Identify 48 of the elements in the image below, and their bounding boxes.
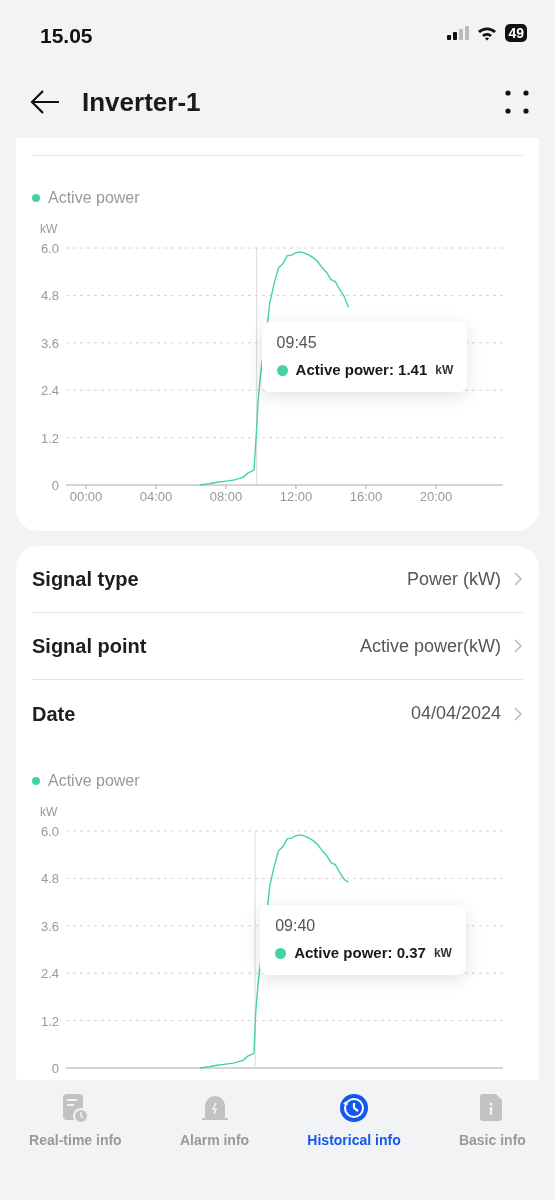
y-tick-label: 3.6 (40, 918, 59, 934)
battery-level: 49 (505, 24, 527, 42)
tab[interactable]: Historical info (307, 1092, 401, 1151)
tooltip-value: Active power: 0.37 (294, 943, 426, 963)
x-tick-label: 20:00 (419, 489, 453, 504)
y-tick-label: 0 (51, 478, 59, 493)
wifi-icon (477, 25, 498, 41)
x-tick-label: 16:00 (349, 489, 383, 504)
page-title: Inverter-1 (82, 85, 201, 119)
y-tick-label: 1.2 (40, 1013, 59, 1029)
tooltip-time: 09:40 (275, 916, 317, 936)
y-tick-label: 2.4 (40, 966, 59, 982)
setting-label: Signal point (32, 634, 147, 659)
legend-label: Active power (48, 188, 140, 208)
tooltip-dot (275, 947, 287, 959)
chevron-icon[interactable] (513, 638, 523, 654)
y-tick-label: 4.8 (40, 871, 59, 887)
setting-value[interactable]: Power (kW) (407, 565, 501, 593)
y-tick-label: 6.0 (40, 824, 59, 839)
axis-unit: kW (40, 805, 58, 819)
back-icon[interactable] (30, 89, 60, 115)
tooltip-unit: kW (435, 362, 454, 380)
y-tick-label: 6.0 (40, 241, 59, 256)
chevron-icon[interactable] (513, 705, 523, 722)
tooltip-time: 09:45 (276, 333, 318, 353)
tooltip-unit: kW (433, 945, 452, 963)
axis-unit: kW (40, 222, 58, 236)
setting-value[interactable]: 04/04/2024 (410, 700, 501, 727)
chevron-icon[interactable] (513, 571, 523, 587)
y-tick-label: 2.4 (40, 383, 59, 399)
setting-label: Signal type (32, 567, 139, 592)
history-icon (338, 1092, 371, 1124)
legend-label: Active power (48, 771, 140, 791)
setting-label: Date (32, 701, 76, 727)
x-tick-label: 12:00 (279, 489, 313, 504)
more-icon[interactable] (505, 90, 529, 114)
x-tick-label: 00:00 (69, 489, 103, 504)
y-tick-label: 3.6 (40, 335, 59, 351)
tooltip-value: Active power: 1.41 (295, 360, 428, 380)
tooltip-dot (276, 364, 288, 376)
status-time: 15.05 (40, 23, 93, 49)
setting-value[interactable]: Active power(kW) (359, 632, 501, 660)
y-tick-label: 4.8 (40, 288, 59, 304)
y-tick-label: 0 (51, 1061, 59, 1076)
y-tick-label: 1.2 (40, 430, 59, 446)
signal-icon (447, 25, 470, 41)
x-tick-label: 08:00 (209, 489, 243, 504)
x-tick-label: 04:00 (139, 489, 173, 504)
